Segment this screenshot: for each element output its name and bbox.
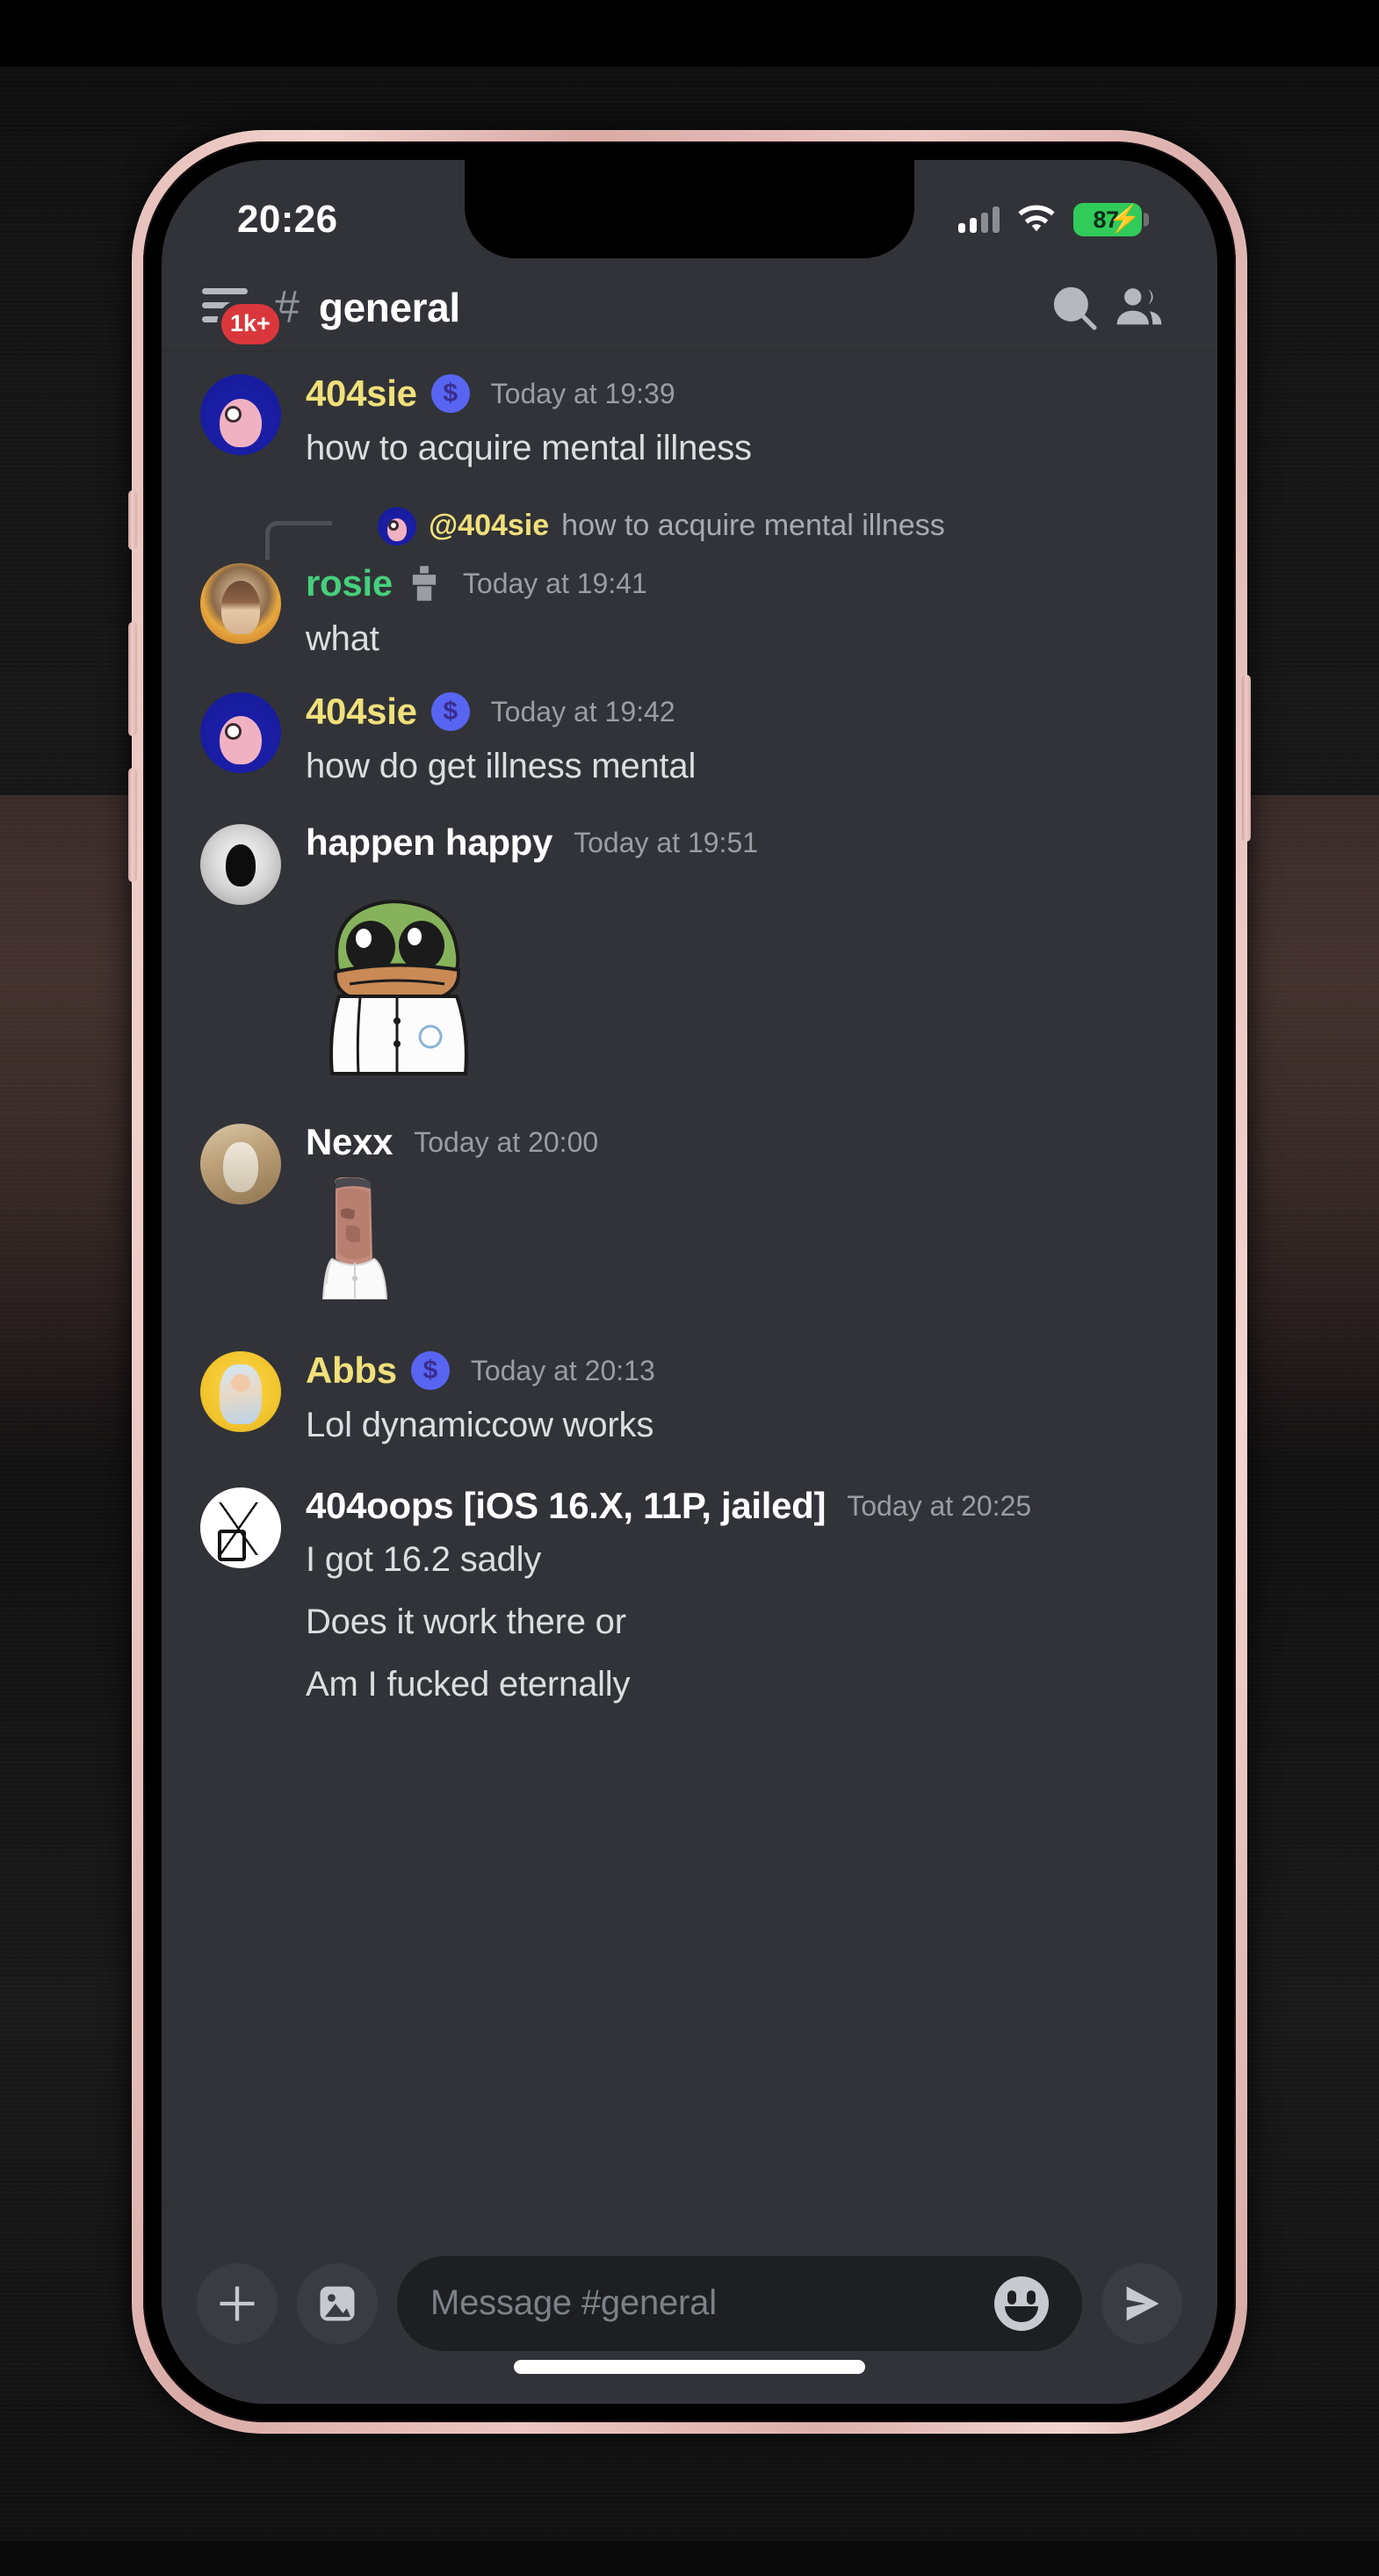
phone-screen: 20:26 87 ⚡ 1k+ # general 404sie $ Today … xyxy=(162,160,1217,2404)
cellular-bars-icon xyxy=(958,206,1000,233)
message-row[interactable]: happen happy Today at 19:51 xyxy=(162,824,1217,1082)
avatar[interactable] xyxy=(200,1351,281,1433)
battery-indicator: 87 ⚡ xyxy=(1073,203,1142,236)
pepe-lab-coat-sticker[interactable] xyxy=(306,875,1179,1082)
unread-badge: 1k+ xyxy=(221,303,279,344)
message-text: how do get illness mental xyxy=(306,746,697,785)
mute-switch[interactable] xyxy=(128,490,137,550)
message-row[interactable]: 404sie $ Today at 19:39 how to acquire m… xyxy=(162,374,1217,472)
volume-up-button[interactable] xyxy=(128,622,137,736)
message-text: I got 16.2 sadly xyxy=(306,1540,542,1580)
message-timestamp: Today at 20:13 xyxy=(470,1355,655,1387)
message-text: Lol dynamiccow works xyxy=(306,1406,654,1445)
message-text: what xyxy=(306,619,379,658)
message-author[interactable]: 404oops [iOS 16.X, 11P, jailed] xyxy=(306,1487,827,1524)
top-letterbox xyxy=(0,0,1379,67)
message-timestamp: Today at 19:39 xyxy=(490,378,675,409)
phone-device: 20:26 87 ⚡ 1k+ # general 404sie $ Today … xyxy=(128,130,1251,2434)
avatar[interactable] xyxy=(200,1487,281,1569)
message-header: Nexx Today at 20:00 xyxy=(306,1124,1179,1161)
plus-icon[interactable] xyxy=(197,2262,278,2344)
wifi-icon xyxy=(1018,205,1055,232)
message-header: 404oops [iOS 16.X, 11P, jailed] Today at… xyxy=(306,1487,1179,1524)
volume-down-button[interactable] xyxy=(128,768,137,882)
avatar[interactable] xyxy=(200,562,281,644)
message-author[interactable]: Nexx xyxy=(306,1124,393,1161)
message-timestamp: Today at 19:51 xyxy=(574,827,759,859)
message-timestamp: Today at 20:00 xyxy=(414,1126,599,1159)
send-icon[interactable] xyxy=(1101,2262,1182,2344)
notch xyxy=(465,160,914,258)
message-header: rosie Today at 19:41 xyxy=(306,563,1179,604)
message-text: Does it work there or xyxy=(306,1602,626,1641)
message-timestamp: Today at 20:25 xyxy=(847,1490,1032,1523)
channel-name: general xyxy=(318,284,460,330)
reply-spine-line xyxy=(265,520,332,560)
message-author[interactable]: 404sie xyxy=(306,692,417,730)
message-timestamp: Today at 19:42 xyxy=(490,695,675,727)
message-row[interactable]: 404sie $ Today at 19:42 how do get illne… xyxy=(162,691,1217,790)
message-author[interactable]: 404sie xyxy=(306,375,417,412)
message-row[interactable]: Abbs $ Today at 20:13 Lol dynamiccow wor… xyxy=(162,1351,1217,1449)
phone-bezel: 20:26 87 ⚡ 1k+ # general 404sie $ Today … xyxy=(143,141,1236,2422)
hamburger-menu-icon[interactable]: 1k+ xyxy=(200,283,279,344)
message-input-field[interactable]: Message #general xyxy=(397,2255,1082,2351)
status-time: 20:26 xyxy=(237,198,338,241)
reply-author[interactable]: @404sie xyxy=(429,509,549,543)
members-icon[interactable] xyxy=(1107,275,1172,340)
image-icon[interactable] xyxy=(297,2262,378,2344)
channel-header: 1k+ # general xyxy=(162,264,1217,351)
message-timestamp: Today at 19:41 xyxy=(462,567,647,599)
search-icon[interactable] xyxy=(1042,275,1107,340)
message-author[interactable]: Abbs xyxy=(306,1352,397,1389)
message-header: 404sie $ Today at 19:39 xyxy=(306,374,1179,413)
charging-bolt-icon: ⚡ xyxy=(1108,205,1141,234)
home-indicator[interactable] xyxy=(514,2360,865,2374)
emoji-smiley-icon[interactable] xyxy=(994,2276,1049,2331)
avatar[interactable] xyxy=(200,691,281,773)
avatar[interactable] xyxy=(200,1124,281,1205)
avatar[interactable] xyxy=(200,824,281,906)
message-row[interactable]: Nexx Today at 20:00 xyxy=(162,1124,1217,1304)
message-text: Am I fucked eternally xyxy=(306,1664,631,1704)
avatar[interactable] xyxy=(200,374,281,455)
message-list[interactable]: 404sie $ Today at 19:39 how to acquire m… xyxy=(162,351,1217,2202)
bot-tag-badge-icon xyxy=(407,563,442,604)
message-header: Abbs $ Today at 20:13 xyxy=(306,1351,1179,1391)
status-indicators: 87 ⚡ xyxy=(958,203,1142,236)
message-author[interactable]: happen happy xyxy=(306,824,552,861)
message-text: how to acquire mental illness xyxy=(306,429,752,467)
reply-avatar xyxy=(378,506,416,546)
moai-statue-sticker[interactable] xyxy=(306,1175,1179,1304)
server-boost-badge-icon: $ xyxy=(410,1351,450,1391)
reply-preview-text: how to acquire mental illness xyxy=(561,509,945,543)
bottom-letterbox xyxy=(0,2541,1379,2576)
server-boost-badge-icon: $ xyxy=(430,691,470,731)
server-boost-badge-icon: $ xyxy=(430,374,470,413)
message-row[interactable]: 404oops [iOS 16.X, 11P, jailed] Today at… xyxy=(162,1487,1217,1707)
message-header: 404sie $ Today at 19:42 xyxy=(306,691,1179,731)
power-button[interactable] xyxy=(1242,675,1251,842)
message-author[interactable]: rosie xyxy=(306,564,393,602)
message-header: happen happy Today at 19:51 xyxy=(306,824,1179,861)
message-row[interactable]: rosie Today at 19:41 what xyxy=(162,562,1217,662)
message-input-placeholder: Message #general xyxy=(430,2283,717,2322)
reply-reference[interactable]: @404sie how to acquire mental illness xyxy=(162,502,1217,560)
